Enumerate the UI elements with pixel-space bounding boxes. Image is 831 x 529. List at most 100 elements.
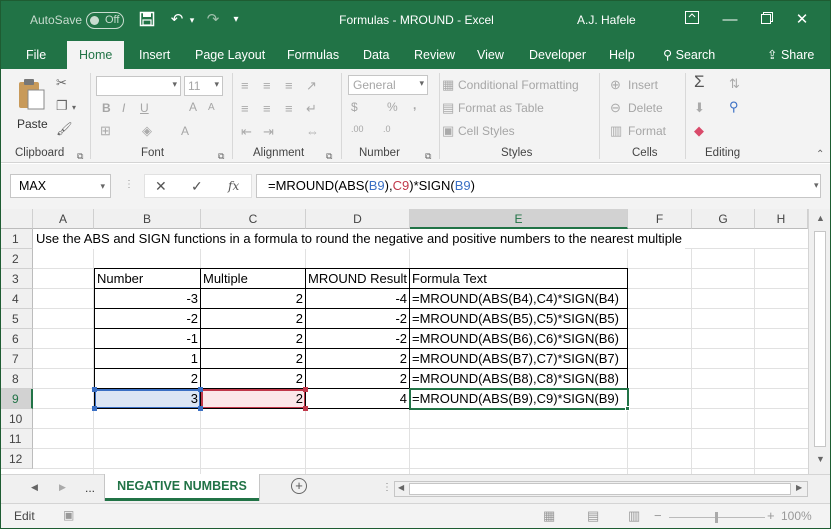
sheet-tab-active[interactable]: NEGATIVE NUMBERS — [105, 474, 259, 501]
column-header[interactable]: D — [306, 209, 410, 229]
tab-page-layout[interactable]: Page Layout — [193, 41, 267, 69]
table-cell-multiple[interactable]: 2 — [200, 329, 306, 349]
format-cells-button[interactable]: ▥ Format — [610, 123, 680, 141]
ribbon-display-icon[interactable] — [684, 11, 700, 29]
sort-filter-icon[interactable]: ⇅ — [729, 76, 740, 92]
row-header[interactable]: 5 — [1, 309, 33, 329]
clipboard-launcher-icon[interactable]: ⧉ — [77, 148, 83, 164]
zoom-in-icon[interactable]: + — [767, 508, 775, 523]
table-cell-formula[interactable]: =MROUND(ABS(B8),C8)*SIGN(B8) — [409, 369, 622, 389]
column-header[interactable]: F — [628, 209, 692, 229]
decrease-font-icon[interactable]: A — [208, 102, 215, 113]
table-cell-multiple[interactable]: 2 — [200, 309, 306, 329]
table-cell-formula[interactable]: =MROUND(ABS(B9),C9)*SIGN(B9) — [409, 389, 622, 409]
percent-icon[interactable]: % — [387, 100, 398, 114]
scroll-right-icon[interactable]: ▶ — [796, 483, 802, 492]
user-name[interactable]: A.J. Hafele — [577, 13, 636, 27]
formula-input[interactable]: =MROUND(ABS(B9),C9)*SIGN(B9) — [256, 174, 821, 198]
column-header[interactable]: C — [201, 209, 306, 229]
scroll-thumb[interactable] — [814, 231, 826, 447]
alignment-launcher-icon[interactable]: ⧉ — [326, 148, 332, 164]
wrap-text-icon[interactable]: ↵ — [306, 101, 317, 117]
fill-handle[interactable] — [625, 406, 630, 411]
table-header-multiple[interactable]: Multiple — [200, 269, 251, 289]
align-center-icon[interactable]: ≡ — [263, 101, 271, 117]
name-box[interactable]: MAX ▾ — [10, 174, 111, 198]
insert-function-icon[interactable]: fx — [228, 179, 239, 193]
reference-handle[interactable] — [92, 406, 97, 411]
table-cell-multiple[interactable]: 2 — [200, 389, 306, 409]
table-cell-number[interactable]: -2 — [94, 309, 201, 329]
column-header[interactable]: E — [410, 209, 628, 229]
cut-icon[interactable]: ✂ — [56, 75, 67, 91]
table-cell-multiple[interactable]: 2 — [200, 369, 306, 389]
page-layout-view-icon[interactable]: ▤ — [587, 508, 599, 524]
close-icon[interactable]: ✕ — [794, 11, 810, 29]
minimize-icon[interactable]: — — [722, 11, 738, 29]
table-cell-result[interactable]: 2 — [305, 349, 410, 369]
underline-icon[interactable]: U — [140, 101, 149, 115]
bold-icon[interactable]: B — [102, 101, 111, 115]
align-top-icon[interactable]: ≡ — [241, 78, 249, 94]
table-cell-number[interactable]: 1 — [94, 349, 201, 369]
table-cell-number[interactable]: -3 — [94, 289, 201, 309]
scroll-left-icon[interactable]: ◀ — [398, 483, 404, 492]
number-launcher-icon[interactable]: ⧉ — [425, 148, 431, 164]
scroll-up-icon[interactable]: ▲ — [816, 213, 825, 223]
row-header[interactable]: 8 — [1, 369, 33, 389]
zoom-slider-thumb[interactable] — [715, 512, 718, 523]
tab-insert[interactable]: Insert — [137, 41, 172, 69]
column-header[interactable]: G — [692, 209, 755, 229]
tell-me-search[interactable]: ⚲ Search — [661, 41, 717, 69]
table-header-result[interactable]: MROUND Result — [305, 269, 410, 289]
macro-record-icon[interactable]: ▣ — [63, 508, 74, 522]
enter-icon[interactable]: ✓ — [191, 178, 203, 195]
column-header[interactable]: H — [755, 209, 808, 229]
font-name-combo[interactable]: ▾ — [96, 76, 181, 96]
table-cell-formula[interactable]: =MROUND(ABS(B5),C5)*SIGN(B5) — [409, 309, 622, 329]
copy-dropdown-icon[interactable]: ▾ — [72, 100, 76, 116]
reference-handle[interactable] — [303, 387, 308, 392]
table-cell-result[interactable]: -2 — [305, 309, 410, 329]
cell-styles-button[interactable]: ▣ Cell Styles — [442, 123, 592, 141]
table-cell-result[interactable]: 2 — [305, 369, 410, 389]
previous-sheet-icon[interactable]: ◀ — [31, 482, 38, 493]
increase-indent-icon[interactable]: ⇥ — [263, 124, 274, 140]
reference-handle[interactable] — [198, 387, 203, 392]
tab-developer[interactable]: Developer — [527, 41, 588, 69]
tab-home[interactable]: Home — [67, 41, 125, 70]
row-header[interactable]: 7 — [1, 349, 33, 369]
conditional-formatting-button[interactable]: ▦ Conditional Formatting — [442, 77, 592, 95]
fill-color-icon[interactable]: ◈ — [142, 123, 152, 139]
zoom-out-icon[interactable]: − — [654, 508, 662, 523]
table-cell-number[interactable]: 3 — [94, 389, 201, 409]
table-header-formula[interactable]: Formula Text — [409, 269, 490, 289]
font-color-icon[interactable]: A — [181, 124, 189, 138]
copy-icon[interactable]: ❐ — [56, 98, 68, 114]
format-painter-icon[interactable]: 🖌 — [56, 121, 73, 137]
zoom-level[interactable]: 100% — [781, 509, 812, 523]
italic-icon[interactable]: I — [122, 101, 125, 115]
table-cell-number[interactable]: 2 — [94, 369, 201, 389]
cell-a1[interactable]: Use the ABS and SIGN functions in a form… — [33, 229, 686, 249]
table-cell-multiple[interactable]: 2 — [200, 289, 306, 309]
table-cell-formula[interactable]: =MROUND(ABS(B4),C4)*SIGN(B4) — [409, 289, 622, 309]
merge-center-icon[interactable]: ⇔ — [306, 124, 319, 140]
table-cell-number[interactable]: -1 — [94, 329, 201, 349]
row-header[interactable]: 9 — [1, 389, 33, 409]
paste-button[interactable]: Paste — [13, 75, 49, 135]
reference-handle[interactable] — [303, 406, 308, 411]
font-size-combo[interactable]: 11 ▾ — [184, 76, 223, 96]
collapse-ribbon-icon[interactable]: ⌃ — [816, 147, 824, 163]
next-sheet-icon[interactable]: ▶ — [59, 482, 66, 493]
delete-cells-button[interactable]: ⊖ Delete — [610, 100, 680, 118]
table-cell-result[interactable]: -2 — [305, 329, 410, 349]
reference-handle[interactable] — [198, 406, 203, 411]
row-header[interactable]: 4 — [1, 289, 33, 309]
format-as-table-button[interactable]: ▤ Format as Table — [442, 100, 592, 118]
column-header[interactable]: A — [33, 209, 94, 229]
orientation-icon[interactable]: ↗ — [306, 78, 317, 94]
row-header[interactable]: 2 — [1, 249, 33, 269]
autosum-icon[interactable]: Σ — [694, 73, 705, 90]
font-launcher-icon[interactable]: ⧉ — [218, 148, 224, 164]
